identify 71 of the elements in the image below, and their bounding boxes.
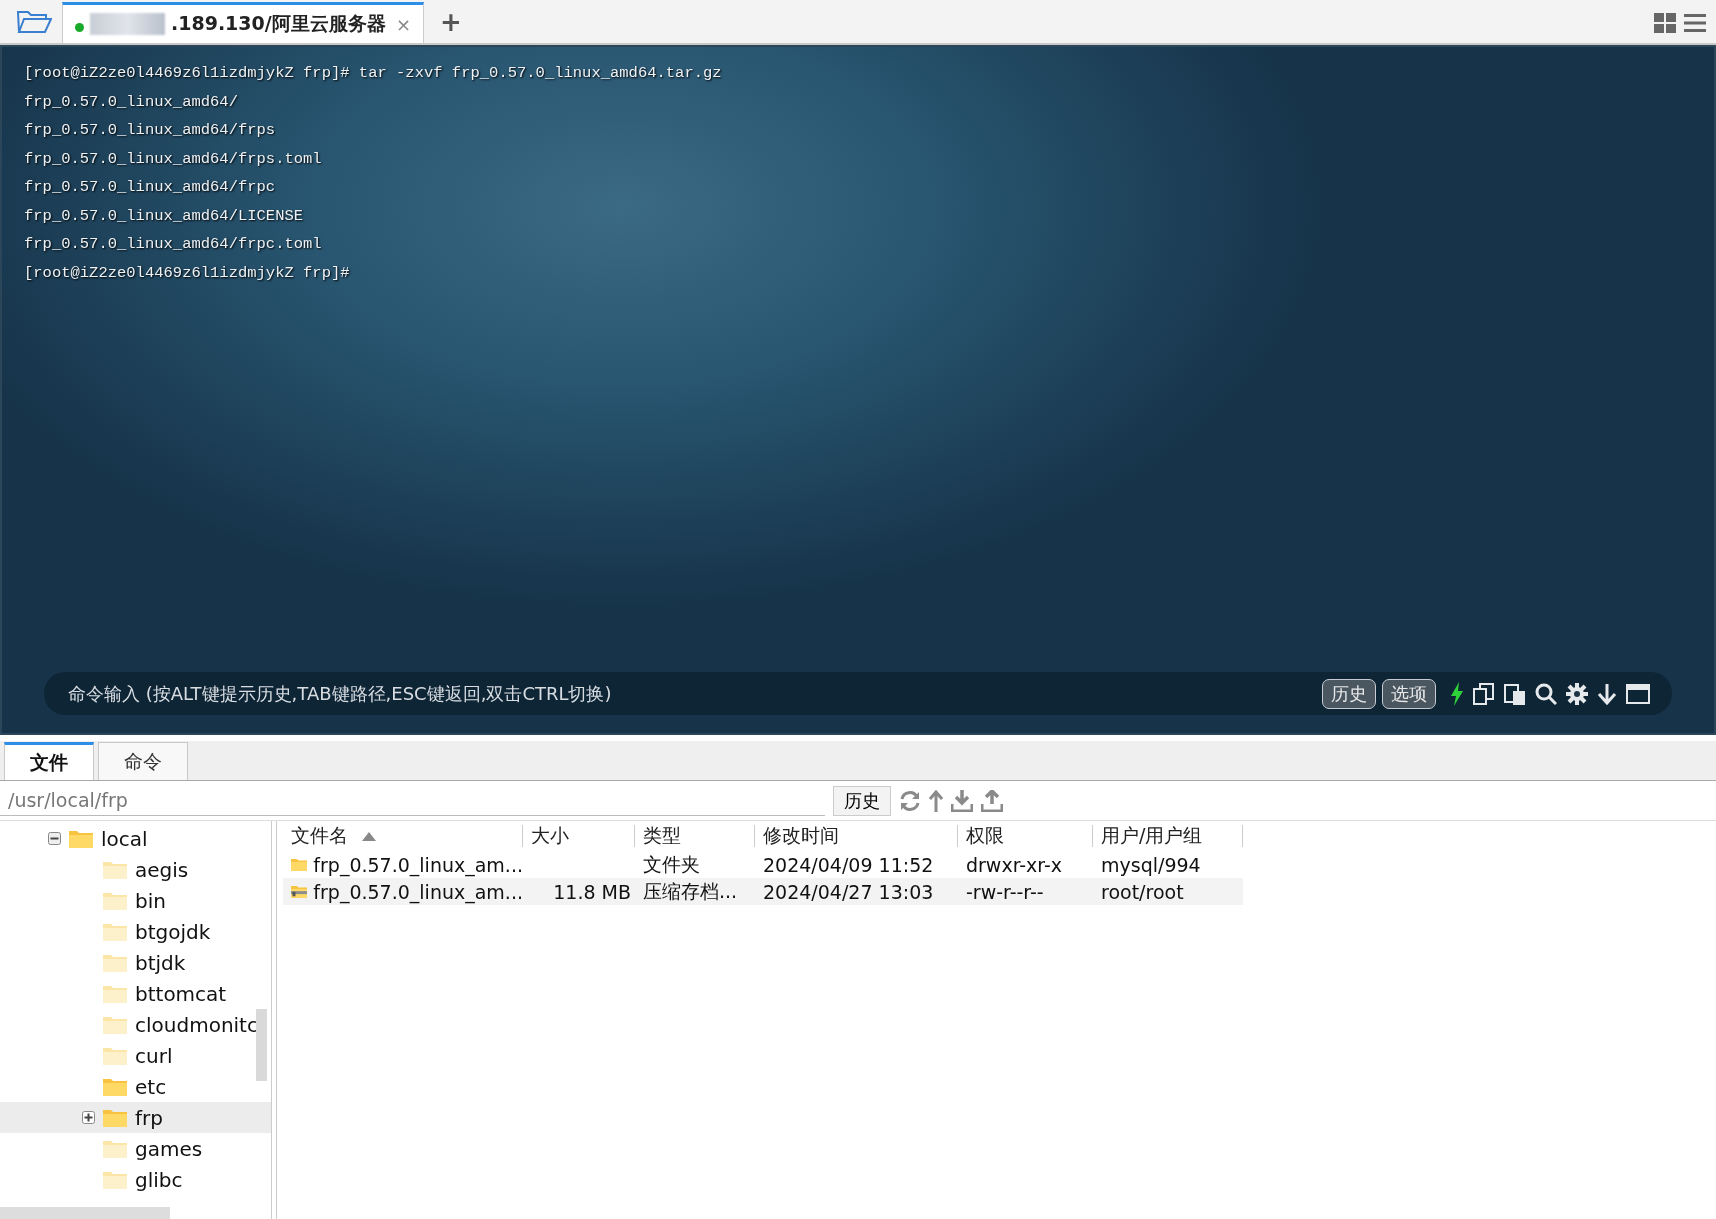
table-cell-text: root/root: [1100, 880, 1185, 903]
terminal-line: frp_0.57.0_linux_amd64/frps.toml: [24, 148, 323, 169]
command-bar[interactable]: 命令输入 (按ALT键提示历史,TAB键路径,ESC键返回,双击CTRL切换) 历史 选项: [44, 672, 1672, 715]
tree-item[interactable]: etc: [0, 1071, 271, 1102]
menu-icon[interactable]: [1684, 13, 1706, 33]
terminal-line: frp_0.57.0_linux_amd64/frps: [24, 120, 277, 140]
terminal-line: frp_0.57.0_linux_amd64/frpc.toml: [24, 234, 323, 254]
column-header[interactable]: 修改时间: [755, 825, 958, 847]
command-input[interactable]: 命令输入 (按ALT键提示历史,TAB键路径,ESC键返回,双击CTRL切换): [66, 682, 1316, 705]
tree-item[interactable]: glibc: [0, 1164, 271, 1195]
collapse-icon[interactable]: [48, 832, 61, 845]
column-header[interactable]: 权限: [958, 825, 1093, 847]
column-header[interactable]: 类型: [635, 825, 755, 847]
paste-icon[interactable]: [1504, 682, 1526, 705]
table-cell: frp_0.57.0_linux_am...: [313, 880, 523, 903]
table-cell-text: 2024/04/27 13:03: [762, 880, 935, 903]
tree-item[interactable]: aegis: [0, 854, 271, 885]
tree-item[interactable]: btjdk: [0, 947, 271, 978]
panel-tab[interactable]: 文件: [4, 742, 94, 780]
table-cell-text: 压缩存档...: [642, 878, 739, 904]
sort-ascending-icon: [362, 831, 376, 841]
tab-title: .189.130/阿里云服务器: [171, 11, 386, 36]
terminal-line: [root@iZ2ze0l4469z6l1izdmjykZ frp]# tar -zxvf frp_0.57.0_linux_amd64.tar.gz: [24, 63, 723, 83]
upload-icon[interactable]: [981, 789, 1003, 812]
tree-item[interactable]: bttomcat: [0, 978, 271, 1009]
table-cell-text: -rw-r--r--: [965, 880, 1045, 903]
down-arrow-icon[interactable]: [1597, 682, 1617, 705]
copy-icon[interactable]: [1473, 682, 1495, 705]
terminal-line: frp_0.57.0_linux_amd64/LICENSE: [24, 205, 305, 226]
column-header[interactable]: 文件名: [283, 825, 523, 847]
table-cell-text: drwxr-xr-x: [965, 853, 1064, 876]
tree-item[interactable]: curl: [0, 1040, 271, 1071]
history-button[interactable]: 历史: [833, 785, 891, 816]
close-tab-button[interactable]: ×: [395, 13, 411, 35]
tree-item[interactable]: games: [0, 1133, 271, 1164]
file-row[interactable]: frp_0.57.0_linux_am... 11.8 MB 压缩存档... 2024/04/27 13:03 -rw-r--r-- root/root: [283, 878, 1243, 905]
refresh-icon[interactable]: [899, 789, 921, 812]
terminal-line: [root@iZ2ze0l4469z6l1izdmjykZ frp]#: [24, 262, 351, 283]
table-cell-text: mysql/994: [1100, 853, 1202, 876]
tree-item[interactable]: frp: [0, 1102, 271, 1133]
download-icon[interactable]: [951, 789, 973, 812]
column-header[interactable]: 大小: [523, 825, 635, 847]
grid-icon[interactable]: [1654, 13, 1676, 33]
up-arrow-icon[interactable]: [929, 789, 943, 812]
tree-item[interactable]: bin: [0, 885, 271, 916]
table-cell-text: 2024/04/09 11:52: [762, 853, 935, 876]
folder-icon: [291, 856, 308, 873]
tree-item[interactable]: btgojdk: [0, 916, 271, 947]
file-row[interactable]: frp_0.57.0_linux_am... 文件夹 2024/04/09 11:52 drwxr-xr-x mysql/994: [283, 851, 1243, 878]
scrollbar-thumb[interactable]: [0, 1207, 170, 1219]
command-bar-button[interactable]: 选项: [1382, 678, 1436, 709]
search-icon[interactable]: [1535, 682, 1557, 705]
expand-icon[interactable]: [82, 1111, 95, 1124]
tree-item[interactable]: cloudmonitc: [0, 1009, 271, 1040]
terminal-line: frp_0.57.0_linux_amd64/: [24, 91, 239, 112]
session-tab[interactable]: .189.130/阿里云服务器 ×: [62, 2, 424, 43]
settings-icon[interactable]: [1566, 682, 1588, 705]
tree-item[interactable]: local: [0, 823, 271, 854]
command-bar-button[interactable]: 历史: [1322, 678, 1376, 709]
terminal-line: frp_0.57.0_linux_amd64/frpc: [24, 177, 277, 197]
column-header[interactable]: 用户/用户组: [1093, 825, 1243, 847]
status-dot: [75, 22, 84, 32]
table-cell: frp_0.57.0_linux_am...: [313, 853, 523, 876]
new-tab-button[interactable]: +: [434, 7, 468, 37]
table-cell-text: 11.8 MB: [552, 880, 632, 903]
panel-tab[interactable]: 命令: [98, 742, 188, 780]
scrollbar-thumb[interactable]: [256, 1009, 267, 1081]
table-cell-text: 文件夹: [642, 851, 701, 877]
window-icon[interactable]: [1626, 683, 1650, 704]
lightning-icon[interactable]: [1450, 681, 1464, 706]
archive-icon: [291, 883, 308, 900]
